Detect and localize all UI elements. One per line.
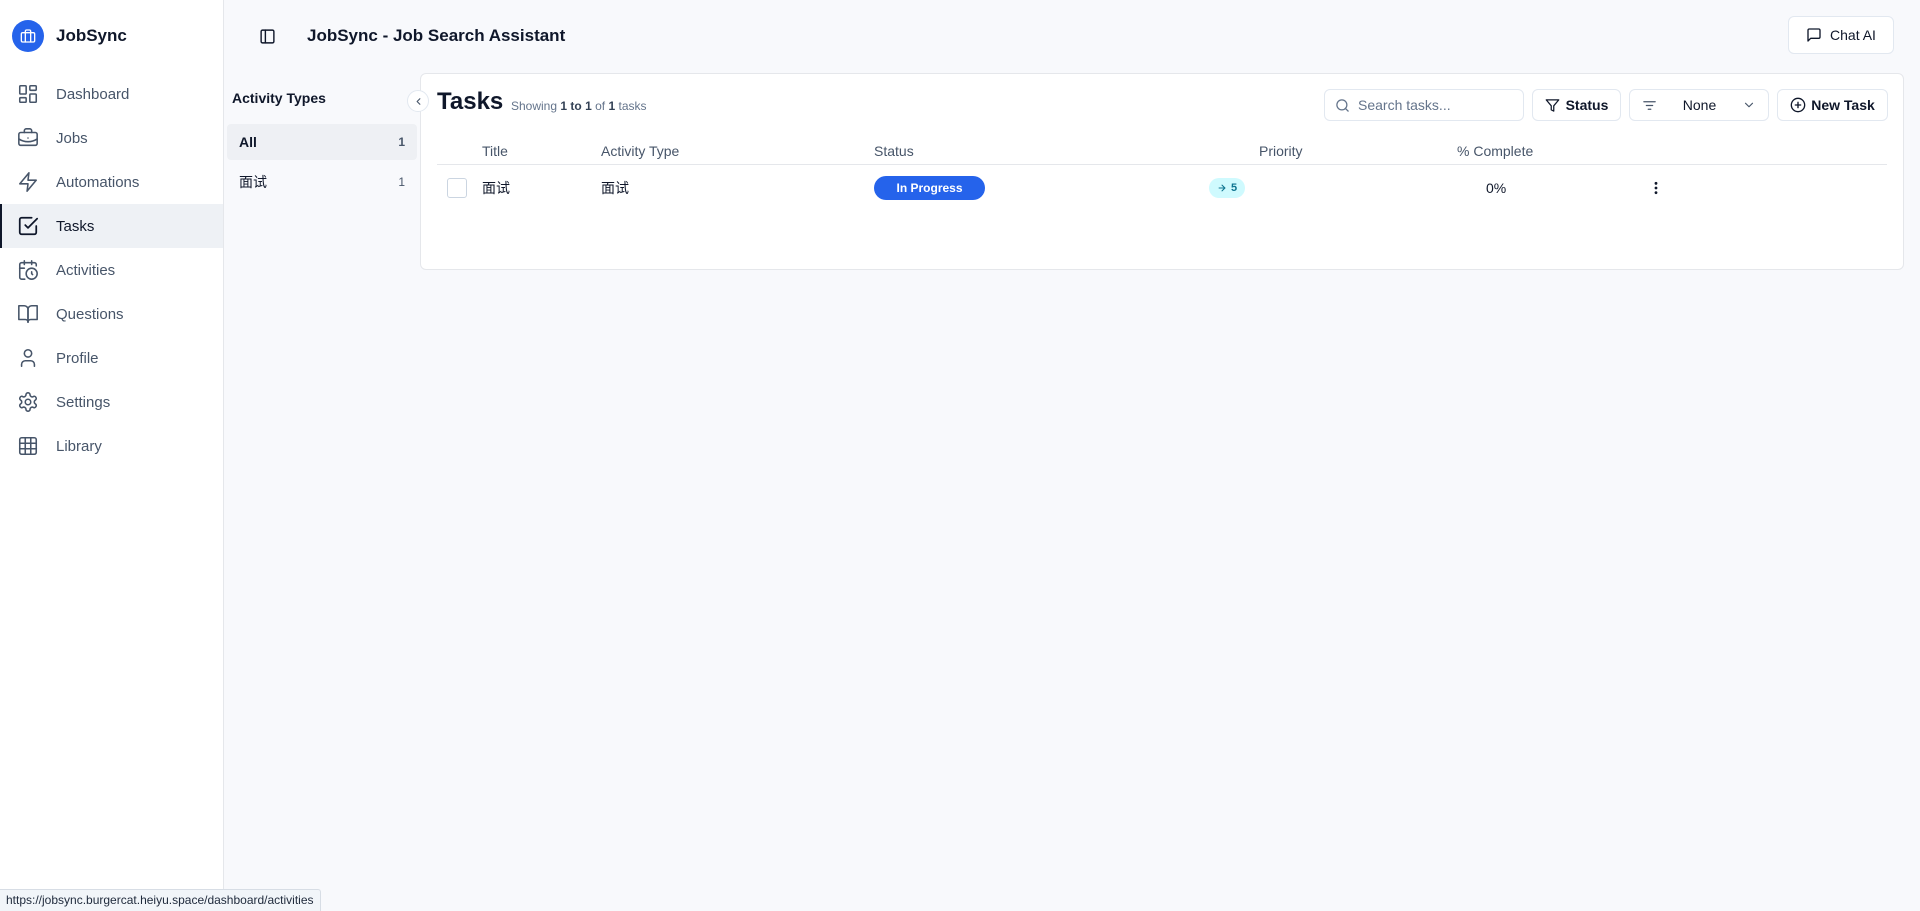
sidebar-item-label: Automations (56, 173, 140, 191)
activity-types-panel: Activity Types All 1 面试 1 (227, 88, 417, 200)
book-icon (16, 302, 40, 326)
sidebar-item-dashboard[interactable]: Dashboard (0, 72, 223, 116)
page-title: JobSync - Job Search Assistant (307, 26, 566, 45)
row-checkbox[interactable] (447, 178, 467, 198)
sidebar-item-label: Library (56, 437, 102, 455)
status-filter-label: Status (1565, 97, 1609, 113)
sidebar-item-settings[interactable]: Settings (0, 380, 223, 424)
sort-value: None (1682, 97, 1717, 113)
sidebar-item-activities[interactable]: Activities (0, 248, 223, 292)
filter-icon (1545, 98, 1559, 112)
sidebar-item-label: Activities (56, 261, 116, 279)
new-task-label: New Task (1811, 97, 1875, 113)
sidebar-item-label: Jobs (56, 129, 88, 147)
sidebar-item-automations[interactable]: Automations (0, 160, 223, 204)
activity-type-count: 1 (398, 135, 405, 149)
app-name: JobSync (56, 26, 127, 45)
calendar-clock-icon (16, 258, 40, 282)
briefcase-logo-icon (12, 20, 44, 52)
task-title: 面试 (482, 180, 510, 196)
sidebar-item-tasks[interactable]: Tasks (0, 204, 223, 248)
top-header: JobSync - Job Search Assistant Chat AI (224, 0, 1920, 72)
arrow-right-icon (1218, 184, 1226, 192)
task-complete-percent: 0% (1486, 180, 1507, 196)
tasks-table: Title Activity Type Status Priority % Co… (437, 137, 1887, 211)
new-task-button[interactable]: New Task (1777, 89, 1888, 121)
tasks-word: tasks (618, 99, 647, 113)
activity-type-count: 1 (398, 175, 405, 189)
activity-types-title: Activity Types (232, 90, 326, 106)
total-count: 1 (608, 99, 616, 113)
sidebar-item-profile[interactable]: Profile (0, 336, 223, 380)
zap-icon (16, 170, 40, 194)
chevron-left-icon (416, 97, 420, 105)
priority-badge: 5 (1209, 178, 1246, 198)
search-box (1324, 89, 1524, 121)
range-start: 1 (560, 99, 568, 113)
tasks-card: Tasks Showing 1 to 1 of 1 tasks Status N… (420, 73, 1904, 270)
sidebar-item-label: Dashboard (56, 85, 130, 103)
row-actions-button[interactable] (1646, 178, 1666, 198)
collapse-panel-button[interactable] (407, 90, 429, 112)
activity-type-label: 面试 (239, 174, 267, 190)
activity-type-label: All (239, 134, 257, 150)
plus-circle-icon (1790, 97, 1806, 113)
sidebar-item-label: Tasks (56, 217, 95, 235)
panel-left-icon (259, 28, 275, 44)
search-icon (1336, 98, 1349, 112)
tasks-title: Tasks (437, 88, 504, 115)
sidebar-item-library[interactable]: Library (0, 424, 223, 468)
sidebar-item-label: Questions (56, 305, 124, 323)
chat-ai-label: Chat AI (1830, 27, 1876, 43)
chat-ai-button[interactable]: Chat AI (1788, 16, 1894, 54)
status-badge-label: In Progress (874, 176, 985, 200)
status-badge[interactable]: In Progress (874, 176, 985, 200)
search-input[interactable] (1358, 97, 1518, 113)
table-header: Title Activity Type Status Priority % Co… (437, 137, 1887, 165)
table-icon (16, 434, 40, 458)
brand[interactable]: JobSync (0, 0, 223, 72)
sidebar-item-questions[interactable]: Questions (0, 292, 223, 336)
status-bar-url: https://jobsync.burgercat.heiyu.space/da… (0, 889, 321, 911)
tasks-count-summary: Showing 1 to 1 of 1 tasks (511, 99, 647, 113)
sidebar-toggle-button[interactable] (253, 22, 281, 50)
dashboard-icon (16, 82, 40, 106)
check-square-icon (16, 214, 40, 238)
of-word: of (595, 99, 606, 113)
sidebar-nav: Dashboard Jobs Automations Tasks Activit… (0, 72, 223, 468)
column-header-activity-type[interactable]: Activity Type (601, 143, 679, 159)
sidebar-item-label: Profile (56, 349, 99, 367)
gear-icon (16, 390, 40, 414)
briefcase-icon (16, 126, 40, 150)
range-to: to (570, 99, 582, 113)
message-square-icon (1807, 28, 1821, 42)
priority-value: 5 (1231, 182, 1238, 194)
status-filter-button[interactable]: Status (1532, 89, 1621, 121)
column-header-complete[interactable]: % Complete (1457, 143, 1533, 159)
column-header-status[interactable]: Status (874, 143, 914, 159)
sort-lines-icon (1643, 100, 1656, 110)
sort-select[interactable]: None (1629, 89, 1769, 121)
sidebar-item-jobs[interactable]: Jobs (0, 116, 223, 160)
user-icon (16, 346, 40, 370)
showing-prefix: Showing (511, 99, 558, 113)
sidebar-item-label: Settings (56, 393, 111, 411)
activity-type-all[interactable]: All 1 (227, 124, 417, 160)
task-activity-type: 面试 (601, 180, 629, 196)
activity-type-interview[interactable]: 面试 1 (227, 164, 417, 200)
column-header-title[interactable]: Title (482, 143, 508, 159)
table-row[interactable]: 面试 面试 In Progress 5 0% (437, 165, 1887, 211)
range-end: 1 (585, 99, 592, 113)
chevron-down-icon (1744, 102, 1754, 108)
sidebar: JobSync Dashboard Jobs Automations Tasks (0, 0, 224, 911)
more-vertical-icon (1654, 181, 1658, 195)
column-header-priority[interactable]: Priority (1259, 143, 1303, 159)
